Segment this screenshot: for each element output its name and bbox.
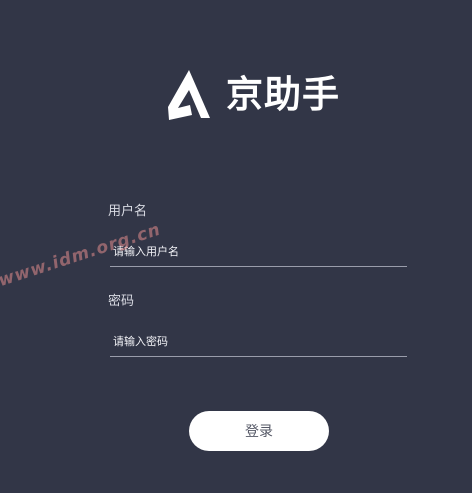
password-input[interactable] bbox=[110, 327, 407, 357]
login-button[interactable]: 登录 bbox=[189, 411, 329, 451]
app-name: 京助手 bbox=[226, 73, 340, 116]
username-label: 用户名 bbox=[108, 204, 148, 219]
username-input[interactable] bbox=[110, 237, 407, 267]
password-label: 密码 bbox=[108, 294, 135, 309]
stylized-a-logo-icon bbox=[168, 70, 210, 120]
app-logo: 京助手 bbox=[166, 70, 340, 120]
